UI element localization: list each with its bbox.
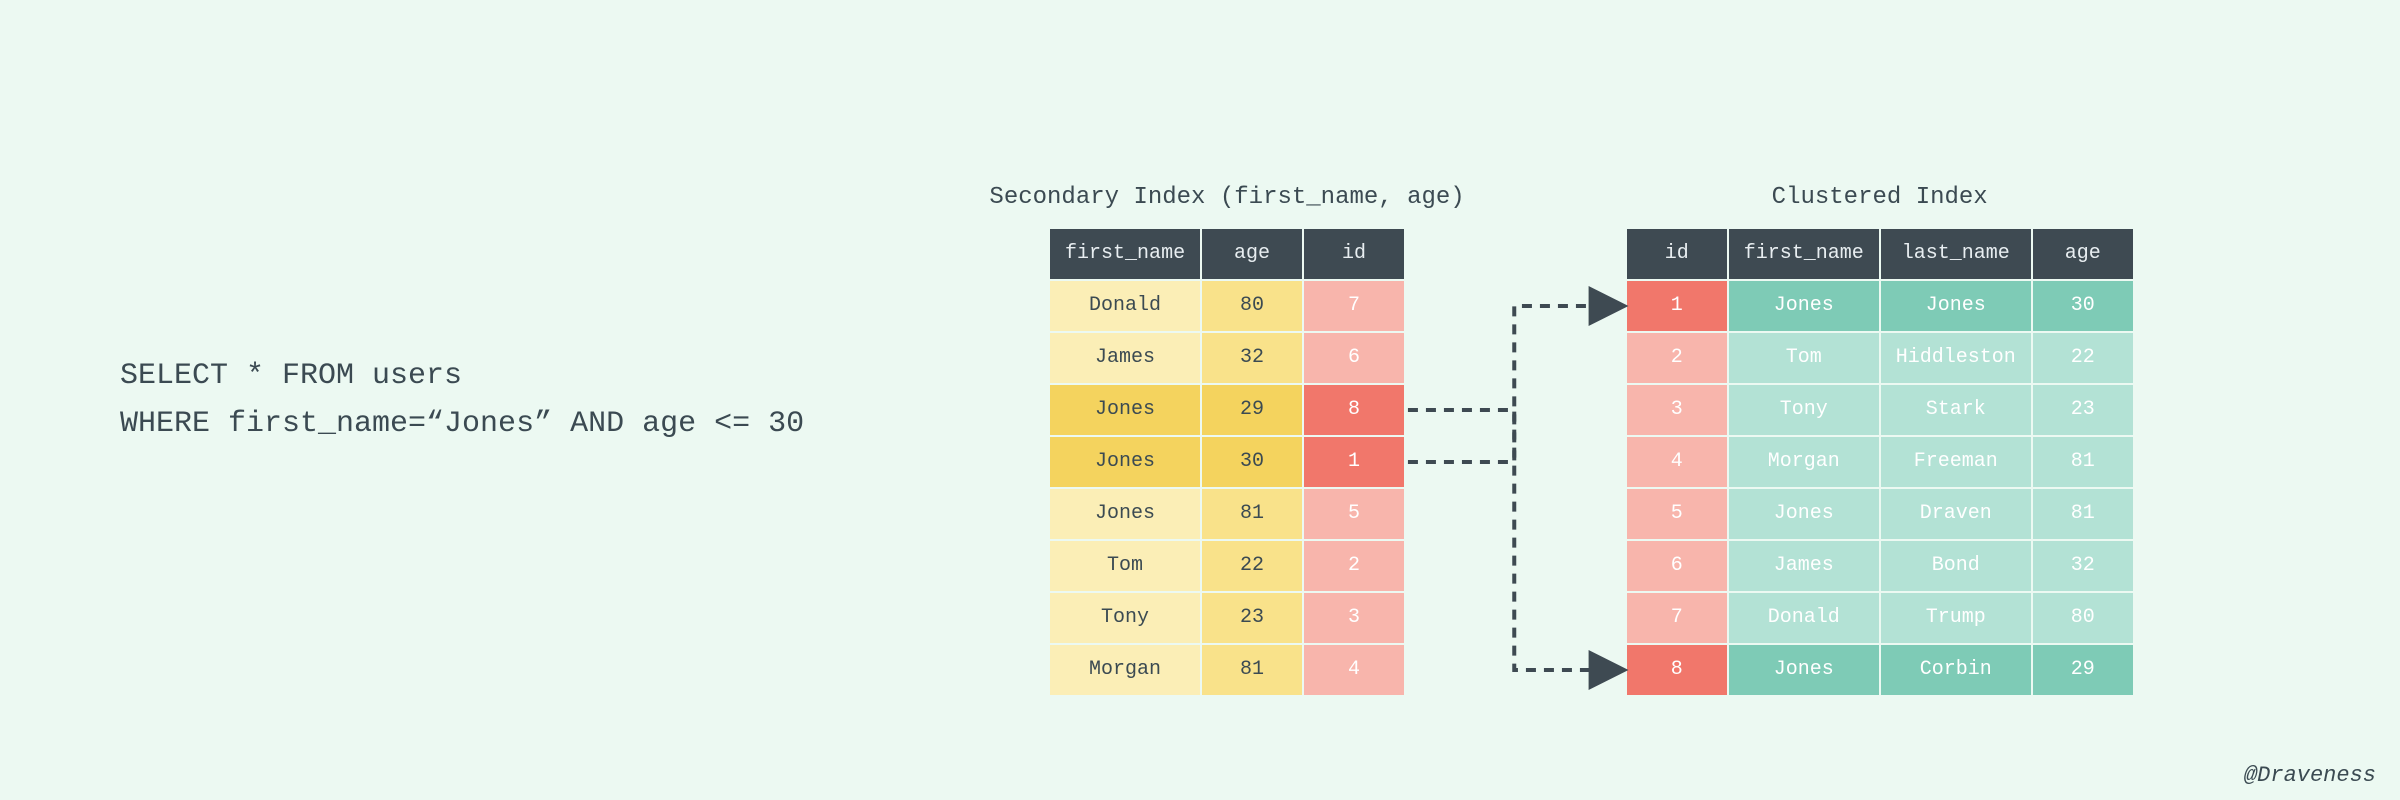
table-row: 6JamesBond32 bbox=[1627, 541, 2133, 591]
clu-cell-first-name: Donald bbox=[1729, 593, 1879, 643]
clu-cell-first-name: Tom bbox=[1729, 333, 1879, 383]
sec-cell-age: 32 bbox=[1202, 333, 1302, 383]
clu-cell-last-name: Hiddleston bbox=[1881, 333, 2031, 383]
clu-cell-id: 2 bbox=[1627, 333, 1727, 383]
sec-cell-id: 5 bbox=[1304, 489, 1404, 539]
secondary-index-wrap: Secondary Index (first_name, age) first_… bbox=[989, 184, 1464, 697]
clu-cell-id: 4 bbox=[1627, 437, 1727, 487]
sec-cell-first-name: Morgan bbox=[1050, 645, 1200, 695]
clu-cell-first-name: Tony bbox=[1729, 385, 1879, 435]
table-row: Jones301 bbox=[1050, 437, 1404, 487]
table-row: 8JonesCorbin29 bbox=[1627, 645, 2133, 695]
sec-header-age: age bbox=[1202, 229, 1302, 279]
clu-cell-id: 5 bbox=[1627, 489, 1727, 539]
sec-cell-age: 80 bbox=[1202, 281, 1302, 331]
clustered-index-table: id first_name last_name age 1JonesJones3… bbox=[1625, 227, 2135, 697]
clu-cell-first-name: Jones bbox=[1729, 281, 1879, 331]
sec-cell-age: 23 bbox=[1202, 593, 1302, 643]
table-row: 4MorganFreeman81 bbox=[1627, 437, 2133, 487]
clu-cell-last-name: Stark bbox=[1881, 385, 2031, 435]
sec-cell-age: 81 bbox=[1202, 645, 1302, 695]
table-row: Tom222 bbox=[1050, 541, 1404, 591]
query-line-1: SELECT * FROM users bbox=[120, 359, 462, 393]
table-row: Jones298 bbox=[1050, 385, 1404, 435]
clu-cell-first-name: James bbox=[1729, 541, 1879, 591]
table-row: Jones815 bbox=[1050, 489, 1404, 539]
clu-header-first-name: first_name bbox=[1729, 229, 1879, 279]
sec-header-first-name: first_name bbox=[1050, 229, 1200, 279]
clu-cell-last-name: Trump bbox=[1881, 593, 2031, 643]
table-row: 7DonaldTrump80 bbox=[1627, 593, 2133, 643]
clu-cell-last-name: Jones bbox=[1881, 281, 2031, 331]
table-row: 1JonesJones30 bbox=[1627, 281, 2133, 331]
clu-cell-age: 80 bbox=[2033, 593, 2133, 643]
table-row: Morgan814 bbox=[1050, 645, 1404, 695]
credit: @Draveness bbox=[2244, 763, 2376, 788]
clu-cell-id: 8 bbox=[1627, 645, 1727, 695]
sec-cell-first-name: Jones bbox=[1050, 385, 1200, 435]
sec-cell-id: 6 bbox=[1304, 333, 1404, 383]
clu-header-id: id bbox=[1627, 229, 1727, 279]
clu-cell-age: 29 bbox=[2033, 645, 2133, 695]
clu-cell-id: 7 bbox=[1627, 593, 1727, 643]
clu-cell-first-name: Jones bbox=[1729, 489, 1879, 539]
clu-cell-first-name: Morgan bbox=[1729, 437, 1879, 487]
sec-header-id: id bbox=[1304, 229, 1404, 279]
sec-cell-age: 22 bbox=[1202, 541, 1302, 591]
clu-cell-last-name: Freeman bbox=[1881, 437, 2031, 487]
sec-cell-age: 81 bbox=[1202, 489, 1302, 539]
sec-cell-first-name: Tom bbox=[1050, 541, 1200, 591]
clu-cell-age: 23 bbox=[2033, 385, 2133, 435]
table-row: Donald807 bbox=[1050, 281, 1404, 331]
table-row: 5JonesDraven81 bbox=[1627, 489, 2133, 539]
table-row: 2TomHiddleston22 bbox=[1627, 333, 2133, 383]
table-row: James326 bbox=[1050, 333, 1404, 383]
clu-cell-age: 81 bbox=[2033, 489, 2133, 539]
clu-cell-first-name: Jones bbox=[1729, 645, 1879, 695]
sec-cell-id: 7 bbox=[1304, 281, 1404, 331]
query-line-2: WHERE first_name=“Jones” AND age <= 30 bbox=[120, 407, 804, 441]
clu-cell-last-name: Bond bbox=[1881, 541, 2031, 591]
sec-cell-id: 4 bbox=[1304, 645, 1404, 695]
secondary-index-title: Secondary Index (first_name, age) bbox=[989, 184, 1464, 211]
sec-cell-first-name: Jones bbox=[1050, 437, 1200, 487]
sec-cell-first-name: Tony bbox=[1050, 593, 1200, 643]
clu-cell-age: 81 bbox=[2033, 437, 2133, 487]
table-row: 3TonyStark23 bbox=[1627, 385, 2133, 435]
sec-cell-id: 1 bbox=[1304, 437, 1404, 487]
tables-area: Secondary Index (first_name, age) first_… bbox=[844, 104, 2280, 697]
clu-cell-last-name: Corbin bbox=[1881, 645, 2031, 695]
sec-cell-age: 30 bbox=[1202, 437, 1302, 487]
clu-cell-age: 30 bbox=[2033, 281, 2133, 331]
sec-cell-id: 3 bbox=[1304, 593, 1404, 643]
clu-cell-id: 6 bbox=[1627, 541, 1727, 591]
clu-header-age: age bbox=[2033, 229, 2133, 279]
sec-cell-age: 29 bbox=[1202, 385, 1302, 435]
sec-cell-first-name: Donald bbox=[1050, 281, 1200, 331]
secondary-index-table: first_name age id Donald807James326Jones… bbox=[1048, 227, 1406, 697]
clustered-index-title: Clustered Index bbox=[1772, 184, 1988, 211]
sec-cell-first-name: Jones bbox=[1050, 489, 1200, 539]
sec-cell-first-name: James bbox=[1050, 333, 1200, 383]
clu-cell-id: 3 bbox=[1627, 385, 1727, 435]
clu-cell-id: 1 bbox=[1627, 281, 1727, 331]
clu-cell-age: 32 bbox=[2033, 541, 2133, 591]
sec-cell-id: 8 bbox=[1304, 385, 1404, 435]
clu-cell-age: 22 bbox=[2033, 333, 2133, 383]
table-row: Tony233 bbox=[1050, 593, 1404, 643]
clu-header-last-name: last_name bbox=[1881, 229, 2031, 279]
sql-query: SELECT * FROM users WHERE first_name=“Jo… bbox=[120, 352, 804, 448]
clustered-index-wrap: Clustered Index id first_name last_name … bbox=[1625, 184, 2135, 697]
clu-cell-last-name: Draven bbox=[1881, 489, 2031, 539]
sec-cell-id: 2 bbox=[1304, 541, 1404, 591]
